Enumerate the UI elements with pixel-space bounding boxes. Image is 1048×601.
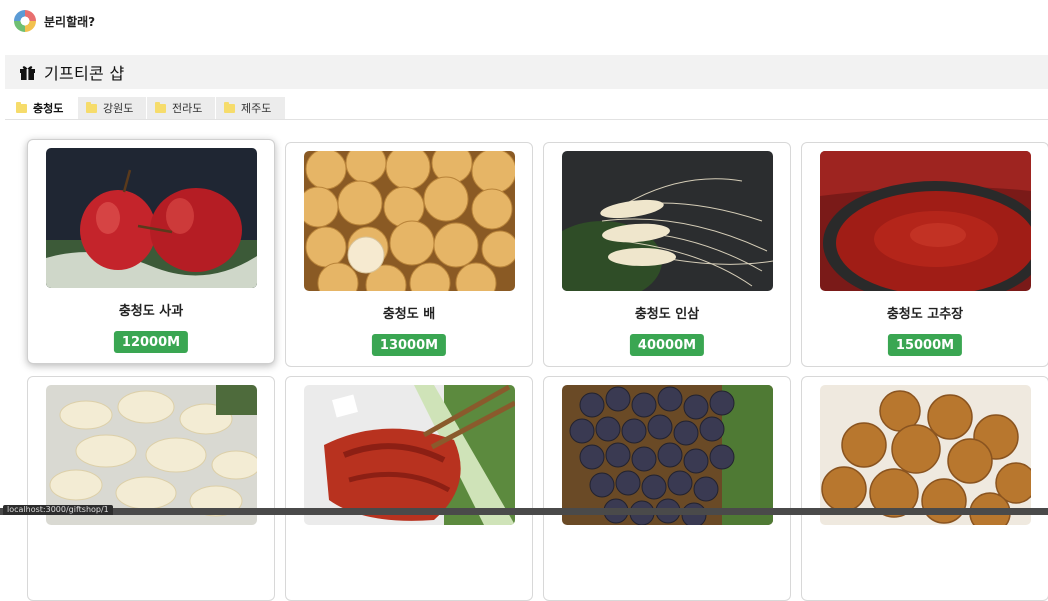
product-name: 충청도 배	[382, 307, 436, 322]
pickled-squid-image	[304, 385, 515, 525]
product-card-6[interactable]	[285, 376, 533, 601]
product-name: 충청도 인삼	[634, 307, 700, 322]
price-badge: 15000M	[887, 334, 963, 356]
product-card-gochujang[interactable]: 충청도 고추장 15000M	[801, 142, 1048, 367]
product-card-ginseng[interactable]: 충청도 인삼 40000M	[543, 142, 791, 367]
ginseng-image	[562, 151, 773, 291]
product-card-5[interactable]	[27, 376, 275, 601]
gochujang-image	[820, 151, 1031, 291]
product-name: 충청도 사과	[118, 304, 184, 319]
walnut-cake-image	[820, 385, 1031, 525]
product-name: 충청도 고추장	[886, 307, 964, 322]
product-card-apple[interactable]: 충청도 사과 12000M	[27, 139, 275, 364]
browser-status-bar	[0, 508, 1048, 515]
rice-snack-image	[46, 385, 257, 525]
product-card-7[interactable]	[543, 376, 791, 601]
product-card-pear[interactable]: 충청도 배 13000M	[285, 142, 533, 367]
price-badge: 12000M	[113, 331, 189, 353]
pear-image	[304, 151, 515, 291]
grape-image	[562, 385, 773, 525]
status-url: localhost:3000/giftshop/1	[3, 505, 113, 515]
price-badge: 13000M	[371, 334, 447, 356]
apple-image	[46, 148, 257, 288]
product-card-8[interactable]	[801, 376, 1048, 601]
product-grid: 충청도 사과 12000M 충청도 배 13000M 충청도 인삼 40000M…	[0, 0, 1048, 601]
price-badge: 40000M	[629, 334, 705, 356]
